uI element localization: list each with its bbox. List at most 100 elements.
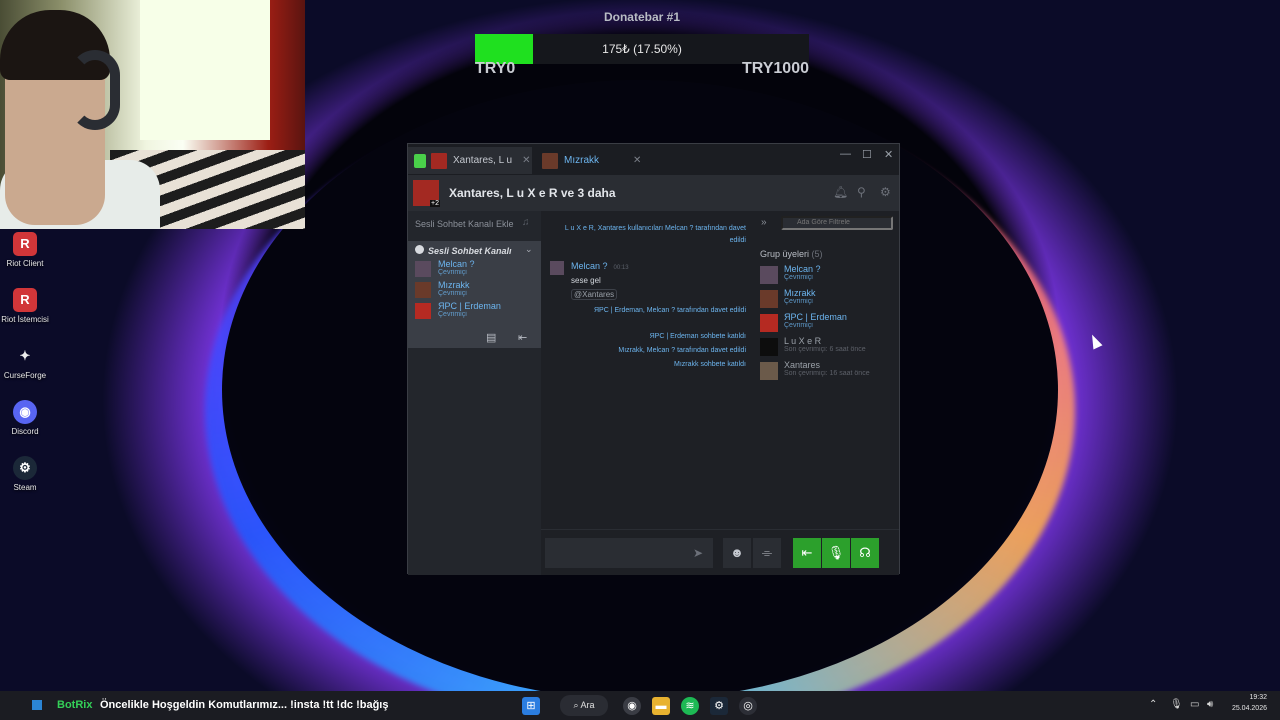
add-voice-channel-button[interactable]: Sesli Sohbet Kanalı Ekle bbox=[415, 219, 514, 229]
tab-group-chat[interactable]: Xantares, L u ✕ bbox=[408, 147, 532, 174]
group-member-status: Çevrimiçi bbox=[784, 298, 813, 305]
avatar bbox=[550, 261, 564, 275]
member-group-count: (5) bbox=[811, 249, 823, 259]
steam-icon[interactable]: ⚙ bbox=[710, 697, 728, 715]
chevron-up-icon[interactable]: ⌃ bbox=[1149, 699, 1157, 710]
minimize-icon[interactable]: — bbox=[840, 148, 851, 160]
windows-start-icon[interactable]: ⊞ bbox=[522, 697, 540, 715]
voice-member-status: Çevrimiçi bbox=[438, 290, 467, 297]
voice-member[interactable]: Mızrakk Çevrimiçi bbox=[415, 280, 535, 300]
chrome-icon[interactable]: ◉ bbox=[623, 697, 641, 715]
group-member[interactable]: Mızrakk Çevrimiçi bbox=[760, 288, 895, 310]
steam-chat-window: Xantares, L u ✕ Mızrakk ✕ — ☐ ✕ +2 Xanta… bbox=[407, 143, 900, 575]
microphone-icon[interactable]: 🎙︎ bbox=[1170, 699, 1183, 710]
chat-tab-bar: Xantares, L u ✕ Mızrakk ✕ — ☐ ✕ bbox=[408, 144, 899, 175]
taskbar-search[interactable]: ⌕ Ara bbox=[560, 695, 608, 716]
group-member[interactable]: L u X e R Son çevrimiçi: 6 saat önce bbox=[760, 336, 895, 358]
leave-icon[interactable]: ⇤ bbox=[518, 331, 527, 344]
desktop-icon-curseforge[interactable]: ✦ CurseForge bbox=[0, 344, 50, 380]
mention-chip[interactable]: @Xantares bbox=[571, 289, 618, 300]
voice-member-name: ЯPC | Erdeman bbox=[438, 301, 501, 311]
volume-icon[interactable]: 🔊︎ bbox=[1207, 699, 1213, 710]
member-filter-input[interactable] bbox=[781, 216, 893, 230]
attach-icon[interactable]: ⌯ bbox=[753, 538, 781, 568]
member-group-label: Grup üyeleri (5) bbox=[760, 249, 823, 259]
donatebar-min: TRY0 bbox=[475, 60, 516, 77]
voice-channel-name: Sesli Sohbet Kanalı bbox=[428, 246, 512, 256]
group-member-name: Xantares bbox=[784, 360, 821, 370]
tab-mizrakk[interactable]: Mızrakk ✕ bbox=[536, 147, 660, 174]
system-message: Mızrakk sohbete katıldı bbox=[674, 361, 746, 368]
voice-channel[interactable]: Sesli Sohbet Kanalı ⌄ Melcan ? Çevrimiçi… bbox=[408, 241, 541, 348]
voice-icon bbox=[415, 245, 424, 254]
system-message: ЯPC | Erdeman sohbete katıldı bbox=[649, 333, 746, 340]
gear-icon[interactable]: ⚙ bbox=[880, 185, 891, 199]
donate-bar: Donatebar #1 175₺ (17.50%) TRY0 TRY1000 bbox=[475, 8, 809, 80]
avatar bbox=[760, 314, 778, 332]
obs-icon[interactable]: ◎ bbox=[739, 697, 757, 715]
webcam-window bbox=[140, 0, 270, 140]
voice-member-status: Çevrimiçi bbox=[438, 269, 467, 276]
donatebar-max: TRY1000 bbox=[742, 60, 809, 77]
steam-icon: ⚙ bbox=[13, 456, 37, 480]
send-icon[interactable]: ➤ bbox=[683, 538, 713, 568]
message-time: 00:13 bbox=[613, 265, 629, 271]
avatar bbox=[760, 266, 778, 284]
desktop-icon-riot-istemcisi[interactable]: R Riot İstemcisi bbox=[0, 288, 50, 324]
group-title: Xantares, L u X e R ve 3 daha bbox=[449, 186, 616, 200]
avatar bbox=[415, 261, 431, 277]
spotify-icon[interactable]: ≋ bbox=[681, 697, 699, 715]
desktop-icon-steam[interactable]: ⚙ Steam bbox=[0, 456, 50, 492]
member-group-title: Grup üyeleri bbox=[760, 249, 810, 259]
desktop-icon-label: Riot İstemcisi bbox=[1, 315, 49, 324]
avatar bbox=[760, 290, 778, 308]
voice-member[interactable]: Melcan ? Çevrimiçi bbox=[415, 259, 535, 279]
group-member[interactable]: ЯPC | Erdeman Çevrimiçi bbox=[760, 312, 895, 334]
bell-icon[interactable]: 🔔︎ bbox=[833, 185, 848, 199]
headset-icon[interactable]: ☊ bbox=[851, 538, 879, 568]
chevron-down-icon[interactable]: ⌄ bbox=[525, 244, 533, 255]
taskbar-search-label: Ara bbox=[580, 700, 595, 710]
group-member-status: Son çevrimiçi: 6 saat önce bbox=[784, 346, 866, 353]
riot-client-icon: R bbox=[13, 288, 37, 312]
avatar bbox=[542, 152, 558, 169]
group-avatar: +2 bbox=[413, 180, 440, 207]
close-icon[interactable]: ✕ bbox=[633, 155, 641, 166]
maximize-icon[interactable]: ☐ bbox=[862, 148, 872, 161]
avatar bbox=[415, 303, 431, 319]
avatar bbox=[760, 362, 778, 380]
emoji-icon[interactable]: ☻ bbox=[723, 538, 751, 568]
group-member-status: Çevrimiçi bbox=[784, 274, 813, 281]
group-member-status: Son çevrimiçi: 16 saat önce bbox=[784, 370, 870, 377]
member-list-panel: » Grup üyeleri (5) Melcan ? Çevrimiçi Mı… bbox=[753, 211, 899, 575]
avatar bbox=[760, 338, 778, 356]
clock-date[interactable]: 25.04.2026 bbox=[1232, 705, 1267, 712]
message-author-name: Melcan ? bbox=[571, 261, 608, 271]
taskbar: BotRix Öncelikle Hoşgeldin Komutlarımız.… bbox=[0, 691, 1280, 720]
leave-voice-icon[interactable]: ⇤ bbox=[793, 538, 821, 568]
avatar bbox=[431, 152, 447, 169]
curseforge-icon: ✦ bbox=[19, 348, 31, 363]
group-member[interactable]: Xantares Son çevrimiçi: 16 saat önce bbox=[760, 360, 895, 382]
collapse-icon[interactable]: » bbox=[761, 217, 767, 228]
microphone-icon[interactable]: 🎙︎ bbox=[822, 538, 850, 568]
clock-time[interactable]: 19:32 bbox=[1249, 694, 1267, 701]
voice-member[interactable]: ЯPC | Erdeman Çevrimiçi bbox=[415, 301, 535, 321]
close-icon[interactable]: ✕ bbox=[522, 155, 530, 166]
message-composer: ➤ ☻ ⌯ ⇤ 🎙︎ ☊ bbox=[541, 529, 899, 575]
desktop-icon-riot-client[interactable]: R Riot Client bbox=[0, 232, 50, 268]
network-icon[interactable]: ▭ bbox=[1190, 699, 1199, 710]
message-list: L u X e R, Xantares kullanıcıları Melcan… bbox=[541, 211, 753, 529]
webcam-overlay bbox=[0, 0, 305, 229]
close-window-icon[interactable]: ✕ bbox=[884, 148, 893, 161]
folder-icon[interactable]: ▬ bbox=[652, 697, 670, 715]
voice-channel-footer: ▤ ⇤ bbox=[408, 328, 541, 348]
system-message: ЯPC | Erdeman, Melcan ? tarafından davet… bbox=[593, 307, 746, 314]
group-member[interactable]: Melcan ? Çevrimiçi bbox=[760, 264, 895, 286]
botrix-icon bbox=[32, 700, 42, 710]
settings-icon[interactable]: ▤ bbox=[486, 331, 496, 344]
desktop-icon-label: Riot Client bbox=[6, 259, 44, 268]
message-author[interactable]: Melcan ? 00:13 bbox=[571, 261, 629, 271]
add-friend-icon[interactable]: ⚲ bbox=[857, 185, 866, 199]
desktop-icon-discord[interactable]: ◉ Discord bbox=[0, 400, 50, 436]
